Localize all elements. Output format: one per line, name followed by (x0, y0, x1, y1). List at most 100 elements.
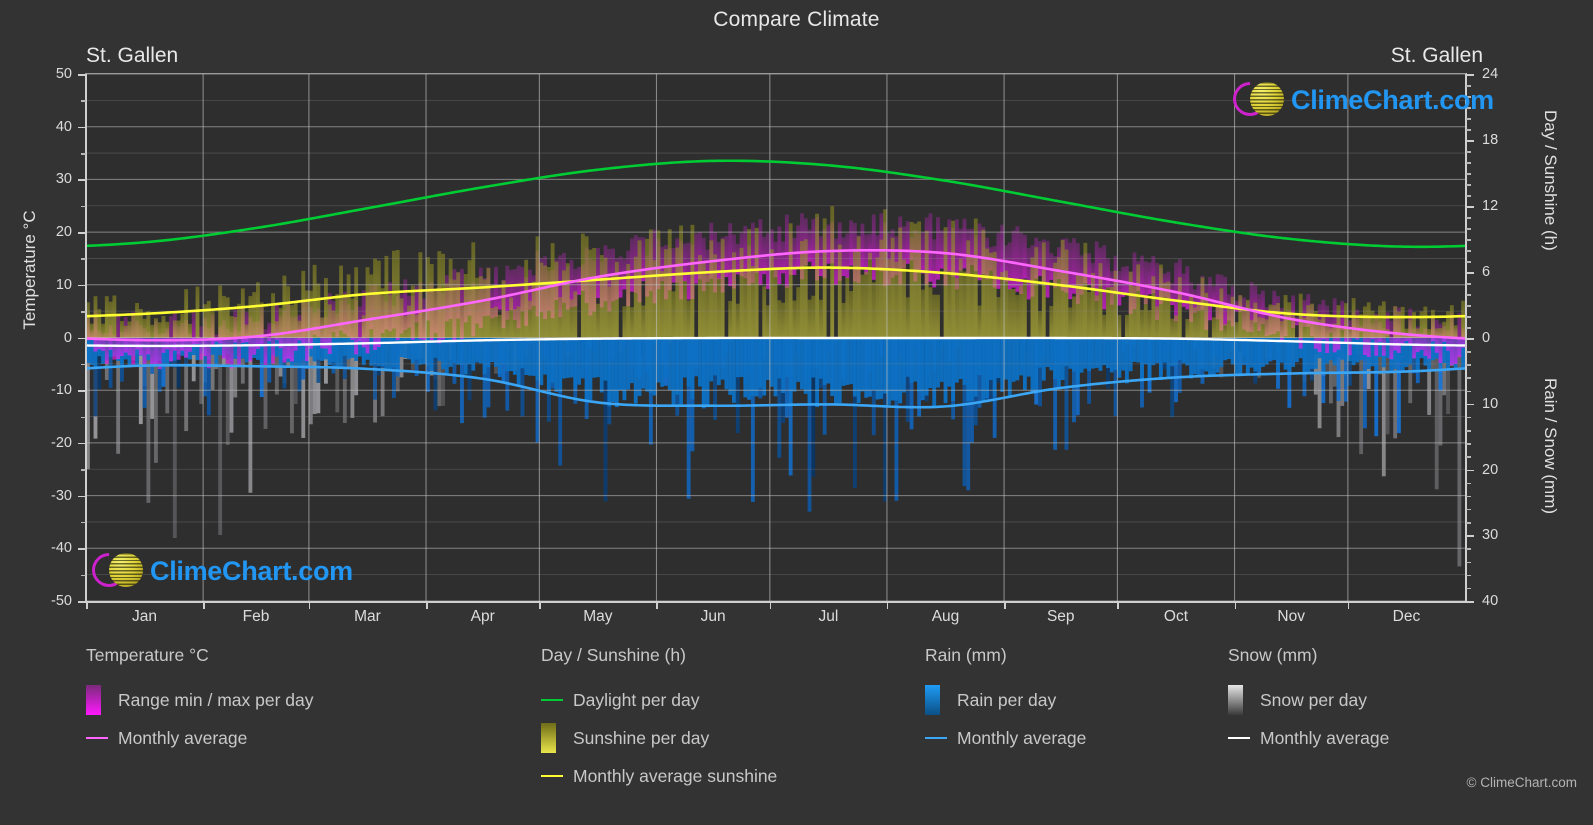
legend-item: Monthly average (86, 719, 314, 757)
watermark-logo-bottom: ClimeChart.com (84, 545, 353, 595)
y-axis-left-tick-mark (78, 337, 86, 339)
legend-item: Monthly average (1228, 719, 1389, 757)
y-axis-left-tick-label: -40 (51, 540, 72, 557)
legend-group-temperature: Temperature °C Range min / max per day M… (86, 645, 314, 757)
legend-group-rain: Rain (mm) Rain per day Monthly average (925, 645, 1086, 757)
legend-swatch-snow-avg-line-icon (1228, 736, 1260, 740)
legend: Temperature °C Range min / max per day M… (0, 645, 1593, 825)
legend-swatch-sunshine-avg-line-icon (541, 774, 573, 778)
y-axis-right-minor-tick (1466, 430, 1471, 432)
legend-item: Daylight per day (541, 681, 777, 719)
y-axis-left-tick-mark (78, 442, 86, 445)
legend-swatch-avg-line-icon (86, 736, 118, 740)
y-axis-right-tick-mark (1466, 601, 1474, 603)
y-axis-right-minor-tick (1466, 482, 1471, 485)
x-axis-tick-mark (1347, 602, 1350, 609)
y-axis-right-tick-mark (1466, 74, 1474, 76)
y-axis-right-minor-tick (1466, 443, 1471, 445)
y-axis-right-minor-tick (1466, 217, 1471, 219)
y-axis-right-minor-tick (1466, 351, 1471, 353)
y-axis-right-minor-tick (1466, 587, 1471, 590)
y-axis-right-minor-tick (1466, 574, 1471, 577)
x-axis-tick-mark (886, 602, 889, 609)
y-axis-right-minor-tick (1466, 316, 1471, 318)
climechart-logo-icon (84, 545, 146, 595)
x-axis-tick-label-jan: Jan (132, 608, 158, 625)
legend-item: Monthly average sunshine (541, 757, 777, 795)
y-axis-left-label: Temperature °C (20, 210, 39, 330)
x-axis-tick-mark (308, 602, 311, 609)
y-axis-right-bottom-label: Rain / Snow (mm) (1541, 378, 1560, 515)
x-axis-tick-label-dec: Dec (1392, 608, 1421, 625)
location-label-left: St. Gallen (86, 44, 179, 67)
x-axis-tick-mark (656, 602, 658, 609)
y-axis-right-minor-tick (1466, 508, 1471, 511)
y-axis-left-tick-mark (78, 74, 86, 76)
y-axis-right-bottom-tick-label: 40 (1482, 593, 1499, 609)
x-axis-tick-label-nov: Nov (1277, 608, 1305, 625)
legend-item-label: Snow per day (1260, 689, 1368, 710)
page-title: Compare Climate (713, 8, 880, 31)
logo-globe-icon (1250, 82, 1284, 116)
legend-item-label: Sunshine per day (573, 727, 710, 748)
legend-item: Range min / max per day (86, 681, 314, 719)
legend-swatch-snow-icon (1228, 685, 1260, 715)
y-axis-right-top-tick-label: 6 (1482, 264, 1491, 280)
y-axis-right-tick-mark (1466, 206, 1474, 208)
legend-swatch-rain-avg-line-icon (925, 736, 957, 740)
legend-item: Rain per day (925, 681, 1086, 719)
legend-item: Monthly average (925, 719, 1086, 757)
watermark-text: ClimeChart.com (150, 555, 353, 586)
y-axis-left-tick-mark (78, 548, 86, 550)
y-axis-right-minor-tick (1466, 129, 1471, 131)
y-axis-right-minor-tick (1466, 495, 1471, 498)
legend-group-day-sunshine: Day / Sunshine (h) Daylight per day Suns… (541, 645, 777, 795)
y-axis-left-tick-mark (78, 179, 86, 181)
y-axis-right-minor-tick (1466, 305, 1471, 307)
y-axis-left-tick-mark (78, 284, 86, 287)
x-axis-tick-mark (203, 602, 205, 609)
y-axis-right-minor-tick (1466, 522, 1471, 524)
y-axis-left-tick-label: 50 (55, 66, 72, 82)
y-axis-right-minor-tick (1466, 327, 1471, 329)
y-axis-right-minor-tick (1466, 184, 1471, 186)
y-axis-right-tick-mark (1466, 403, 1474, 406)
legend-swatch-daylight-line-icon (541, 698, 573, 702)
x-axis-tick-mark (426, 602, 428, 609)
y-axis-left-minor-tick (81, 469, 86, 471)
legend-item-label: Rain per day (957, 689, 1057, 710)
legend-item-label: Monthly average (118, 727, 248, 748)
y-axis-left-tick-mark (78, 232, 86, 234)
y-axis-right-minor-tick (1466, 548, 1471, 550)
y-axis-left-minor-tick (81, 258, 86, 260)
y-axis-left-tick-label: -30 (51, 487, 72, 504)
y-axis-right-minor-tick (1466, 173, 1471, 175)
x-axis-tick-mark (769, 602, 772, 609)
climechart-logo-icon (1225, 74, 1287, 124)
y-axis-right-minor-tick (1466, 162, 1471, 164)
x-axis-tick-mark (86, 602, 88, 609)
location-label-right: St. Gallen (1390, 44, 1483, 67)
y-axis-right-minor-tick (1466, 250, 1471, 252)
x-axis-line (85, 601, 1466, 603)
legend-group-snow: Snow (mm) Snow per day Monthly average (1228, 645, 1389, 757)
legend-item: Sunshine per day (541, 719, 777, 757)
y-axis-right-tick-mark (1466, 535, 1474, 537)
x-axis-tick-label-feb: Feb (242, 608, 270, 625)
y-axis-right-minor-tick (1466, 228, 1471, 230)
y-axis-left-tick-mark (78, 390, 86, 392)
x-axis-tick-label-may: May (583, 608, 613, 625)
y-axis-left-minor-tick (81, 100, 86, 102)
legend-heading: Temperature °C (86, 645, 209, 665)
x-axis-tick-mark (1117, 602, 1119, 609)
y-axis-right-tick-mark (1466, 140, 1474, 142)
y-axis-right-tick-mark (1466, 338, 1474, 340)
y-axis-left-minor-tick (81, 521, 86, 524)
legend-item-label: Monthly average (1260, 727, 1390, 748)
y-axis-right-bottom-tick-label: 20 (1482, 461, 1499, 478)
y-axis-left-tick-mark (78, 495, 86, 498)
x-axis-tick-label-apr: Apr (470, 608, 495, 625)
y-axis-right-minor-tick (1466, 294, 1471, 296)
y-axis-left-minor-tick (81, 574, 86, 577)
legend-item: Snow per day (1228, 681, 1389, 719)
